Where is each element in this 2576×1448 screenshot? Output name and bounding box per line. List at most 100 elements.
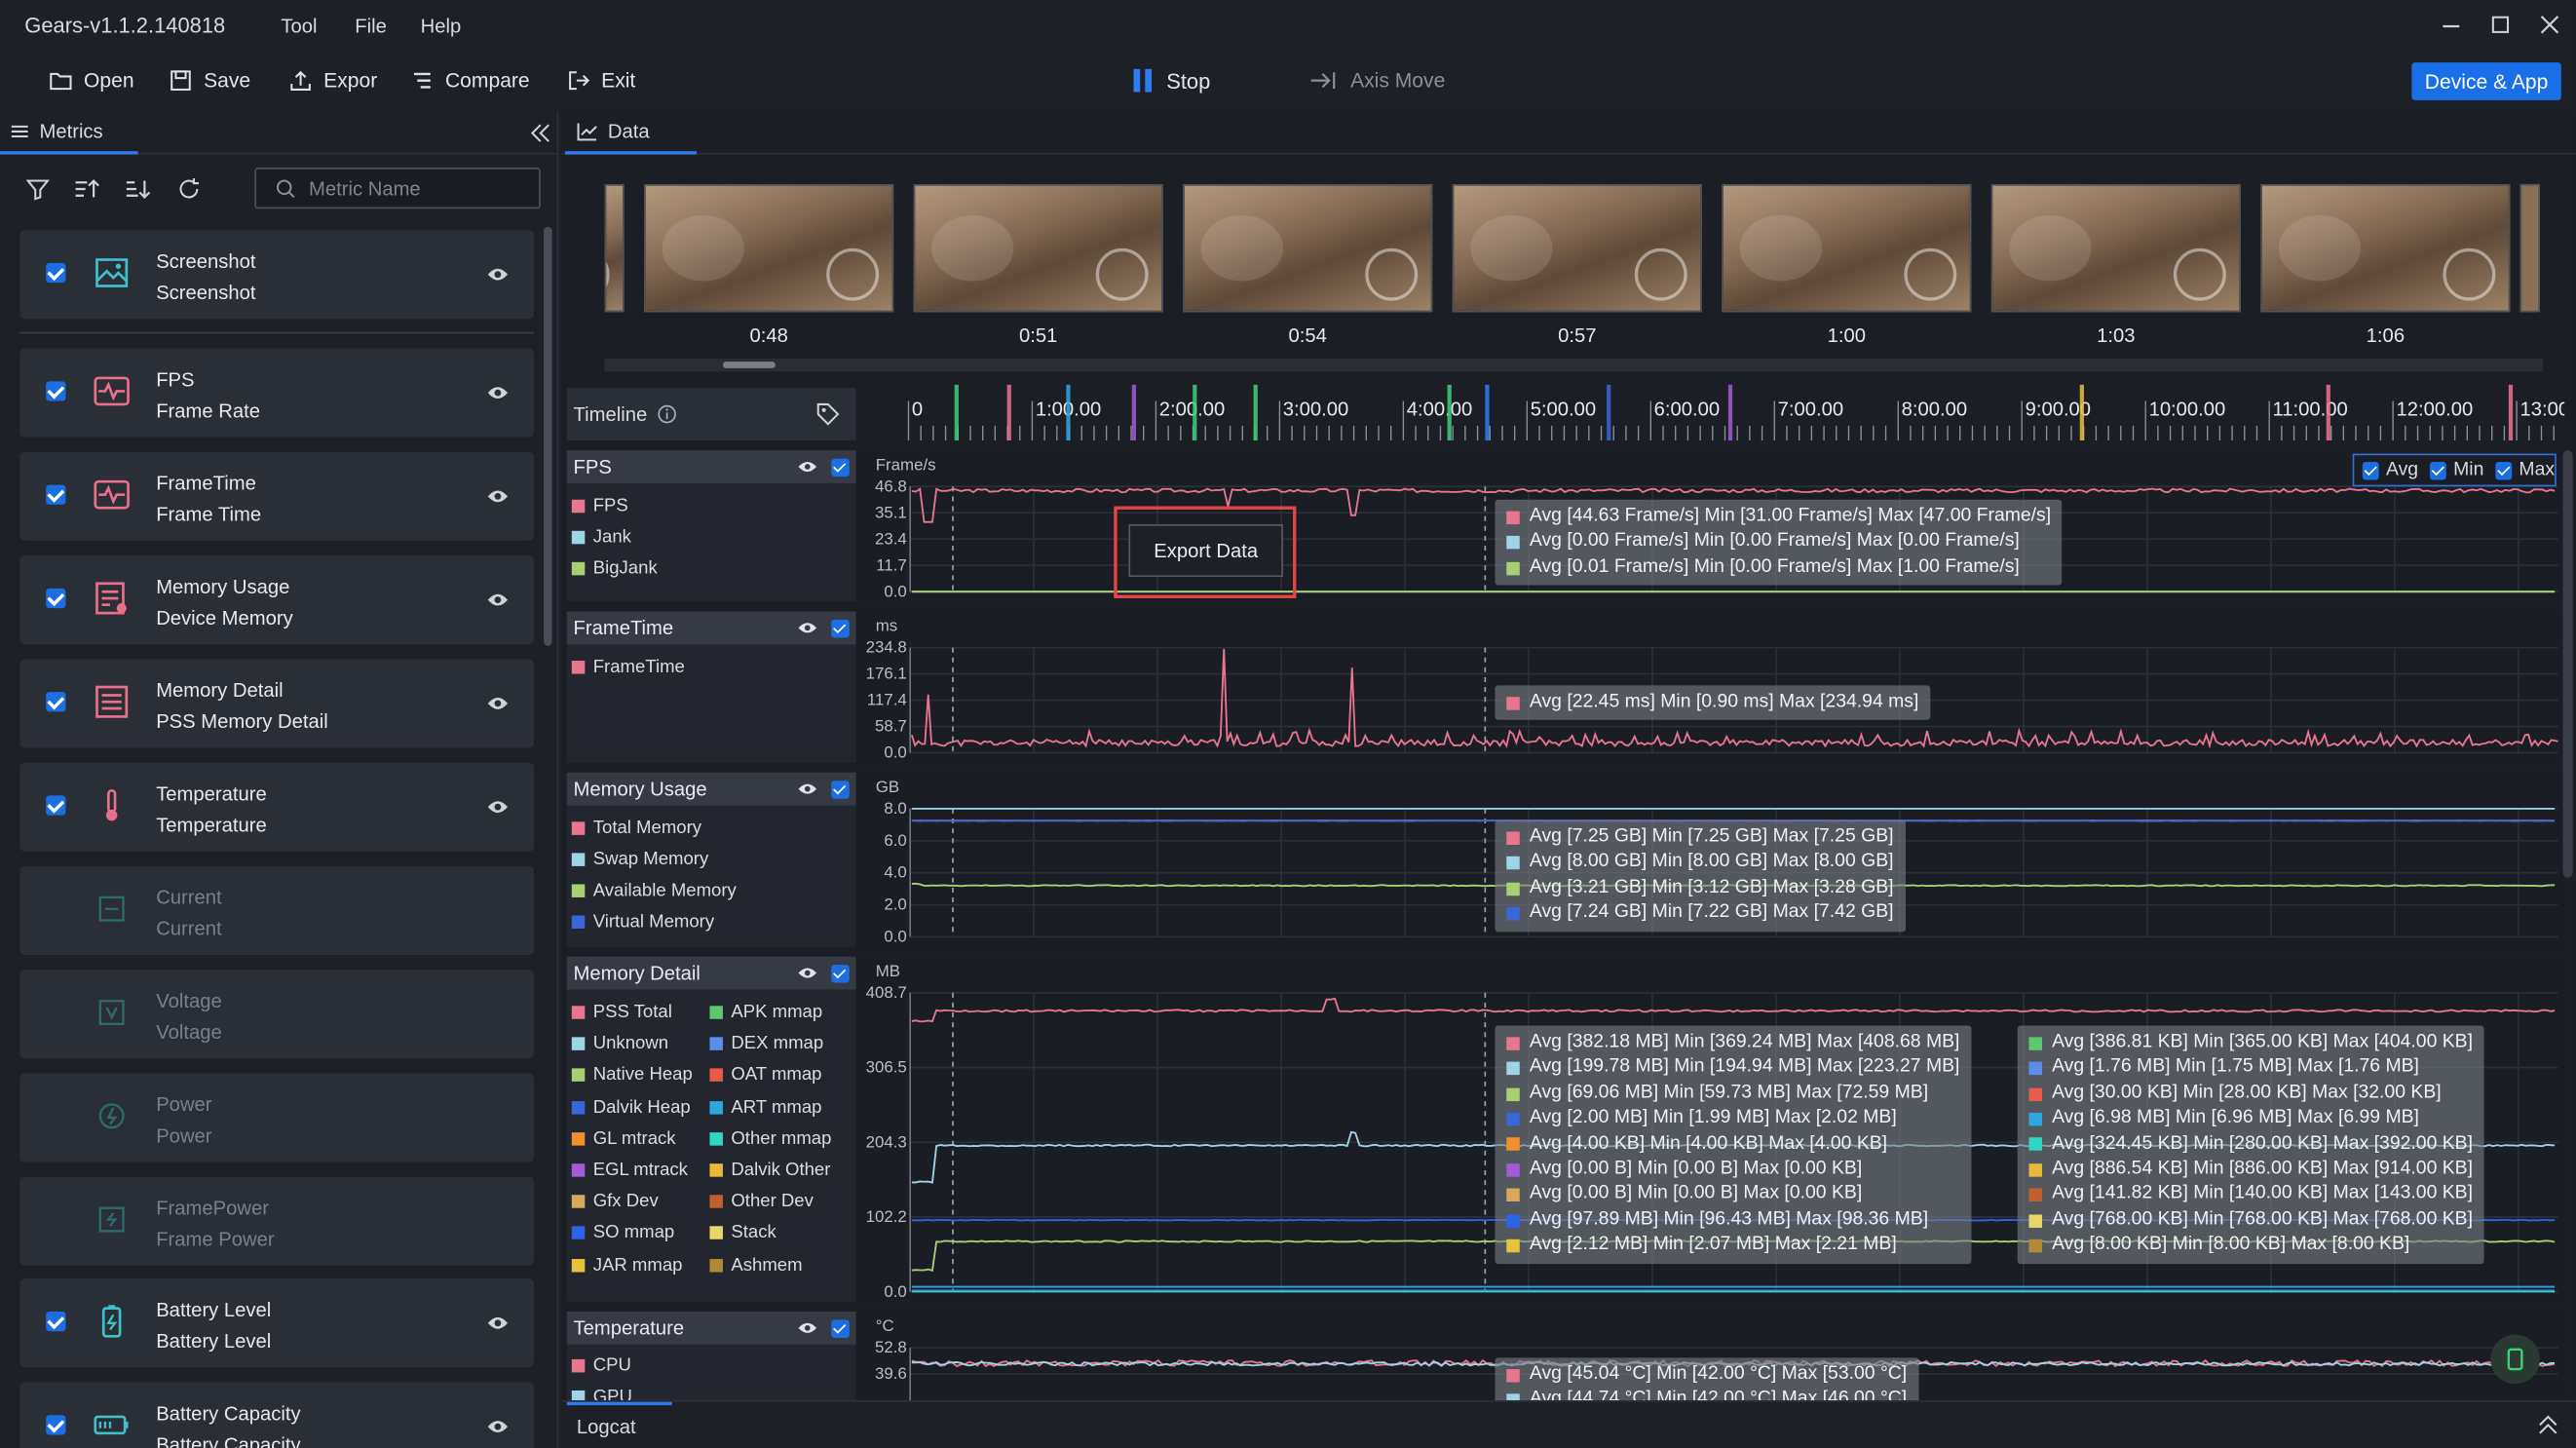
- legend-item[interactable]: Virtual Memory: [571, 912, 714, 932]
- eye-icon[interactable]: [797, 965, 818, 981]
- metric-card-screenshot[interactable]: Screenshot Screenshot: [19, 230, 535, 320]
- timeline-marker[interactable]: [954, 384, 959, 441]
- device-app-button[interactable]: Device & App: [2411, 62, 2561, 100]
- sort-asc-icon[interactable]: [74, 177, 100, 209]
- legend-item[interactable]: SO mmap: [571, 1224, 674, 1243]
- axis-move-button[interactable]: Axis Move: [1309, 53, 1445, 108]
- charts-scrollbar[interactable]: [2562, 450, 2573, 878]
- metrics-scrollbar[interactable]: [544, 226, 552, 646]
- legend-item[interactable]: JAR mmap: [571, 1255, 682, 1275]
- timeline-marker[interactable]: [1485, 384, 1490, 441]
- eye-icon[interactable]: [486, 692, 510, 715]
- timeline-marker[interactable]: [1006, 384, 1011, 441]
- timeline-marker[interactable]: [1193, 384, 1197, 441]
- metric-card-frametime[interactable]: FrameTime Frame Time: [19, 451, 535, 541]
- memory-usage-visible-checkbox[interactable]: [831, 780, 850, 798]
- export-data-tooltip[interactable]: Export Data: [1128, 524, 1283, 578]
- timeline-marker[interactable]: [1066, 384, 1071, 441]
- timeline-ruler[interactable]: 01:00.002:00.003:00.004:00.005:00.006:00…: [856, 384, 2565, 444]
- metric-checkbox[interactable]: [46, 484, 66, 505]
- eye-icon[interactable]: [486, 1312, 510, 1335]
- frametime-visible-checkbox[interactable]: [831, 619, 850, 637]
- legend-item[interactable]: Native Heap: [571, 1066, 693, 1086]
- metric-card-fps[interactable]: FPS Frame Rate: [19, 348, 535, 438]
- legend-item[interactable]: APK mmap: [709, 1003, 822, 1022]
- metric-search-input[interactable]: Metric Name: [254, 168, 541, 210]
- tab-data[interactable]: Data: [565, 112, 697, 155]
- eye-icon[interactable]: [797, 459, 818, 476]
- legend-item[interactable]: Gfx Dev: [571, 1192, 659, 1211]
- memory-detail-visible-checkbox[interactable]: [831, 964, 850, 982]
- screenshot-thumb[interactable]: [2260, 183, 2511, 313]
- metric-card-temperature[interactable]: Temperature Temperature: [19, 762, 535, 852]
- eye-icon[interactable]: [797, 1319, 818, 1336]
- legend-item[interactable]: Jank: [571, 527, 631, 548]
- screenshot-thumb-partial[interactable]: [604, 183, 625, 313]
- timeline-marker[interactable]: [2079, 384, 2084, 441]
- stop-button[interactable]: Stop: [1132, 53, 1210, 108]
- metric-checkbox[interactable]: [46, 1312, 66, 1332]
- screenshot-thumb[interactable]: [1722, 183, 1972, 313]
- eye-icon[interactable]: [797, 781, 818, 797]
- avg-checkbox[interactable]: [2362, 461, 2380, 479]
- device-fab[interactable]: [2490, 1334, 2540, 1385]
- eye-icon[interactable]: [486, 795, 510, 819]
- legend-item[interactable]: Other Dev: [709, 1192, 814, 1211]
- metric-checkbox[interactable]: [46, 262, 66, 284]
- legend-item[interactable]: Swap Memory: [571, 850, 708, 869]
- metric-card-voltage[interactable]: Voltage Voltage: [19, 970, 535, 1059]
- eye-icon[interactable]: [486, 1415, 510, 1438]
- screenshot-thumb[interactable]: [643, 183, 894, 313]
- thumb-scroll-track[interactable]: [604, 358, 2544, 372]
- timeline-marker[interactable]: [1447, 384, 1452, 441]
- fps-visible-checkbox[interactable]: [831, 457, 850, 476]
- timeline-marker[interactable]: [1131, 384, 1137, 441]
- filter-icon[interactable]: [25, 177, 51, 209]
- maximize-icon[interactable]: [2490, 13, 2510, 41]
- refresh-icon[interactable]: [177, 177, 201, 209]
- menu-help[interactable]: Help: [421, 15, 462, 38]
- export-button[interactable]: Expor: [289, 53, 377, 108]
- metric-checkbox[interactable]: [46, 381, 66, 401]
- legend-item[interactable]: Dalvik Other: [709, 1161, 830, 1180]
- close-icon[interactable]: [2540, 13, 2559, 41]
- legend-item[interactable]: CPU: [571, 1356, 631, 1376]
- screenshot-thumb[interactable]: [1183, 183, 1433, 313]
- legend-item[interactable]: FrameTime: [571, 658, 685, 677]
- legend-item[interactable]: BigJank: [571, 558, 658, 579]
- screenshot-thumb-partial[interactable]: [2519, 183, 2540, 313]
- metric-card-memory-usage[interactable]: Memory Usage Device Memory: [19, 555, 535, 645]
- metric-checkbox[interactable]: [46, 1415, 66, 1435]
- eye-icon[interactable]: [486, 263, 510, 286]
- legend-item[interactable]: PSS Total: [571, 1003, 672, 1022]
- tag-icon[interactable]: [816, 402, 840, 426]
- legend-item[interactable]: ART mmap: [709, 1097, 822, 1117]
- compare-button[interactable]: Compare: [411, 53, 530, 108]
- save-button[interactable]: Save: [170, 53, 250, 108]
- menu-tool[interactable]: Tool: [281, 15, 317, 38]
- metric-card-battery-capacity[interactable]: Battery Capacity Battery Capacity: [19, 1382, 535, 1448]
- legend-item[interactable]: Stack: [709, 1224, 777, 1243]
- info-icon[interactable]: [657, 404, 676, 424]
- legend-item[interactable]: DEX mmap: [709, 1034, 823, 1054]
- eye-icon[interactable]: [797, 620, 818, 636]
- exit-button[interactable]: Exit: [567, 53, 635, 108]
- metric-checkbox[interactable]: [46, 795, 66, 816]
- sort-desc-icon[interactable]: [125, 177, 151, 209]
- legend-item[interactable]: GL mtrack: [571, 1128, 676, 1149]
- legend-item[interactable]: EGL mtrack: [571, 1161, 688, 1180]
- legend-item[interactable]: Dalvik Heap: [571, 1097, 691, 1117]
- min-checkbox[interactable]: [2429, 461, 2447, 479]
- legend-item[interactable]: Ashmem: [709, 1255, 803, 1275]
- timeline-marker[interactable]: [1253, 384, 1258, 441]
- screenshot-thumb[interactable]: [1990, 183, 2242, 313]
- metric-card-current[interactable]: Current Current: [19, 865, 535, 955]
- tab-metrics[interactable]: Metrics: [0, 112, 138, 155]
- menu-file[interactable]: File: [355, 15, 387, 38]
- open-button[interactable]: Open: [50, 53, 134, 108]
- eye-icon[interactable]: [486, 485, 510, 509]
- thumb-scroll-handle[interactable]: [722, 362, 776, 368]
- legend-item[interactable]: Unknown: [571, 1034, 668, 1054]
- legend-item[interactable]: Total Memory: [571, 819, 701, 838]
- legend-item[interactable]: OAT mmap: [709, 1066, 821, 1086]
